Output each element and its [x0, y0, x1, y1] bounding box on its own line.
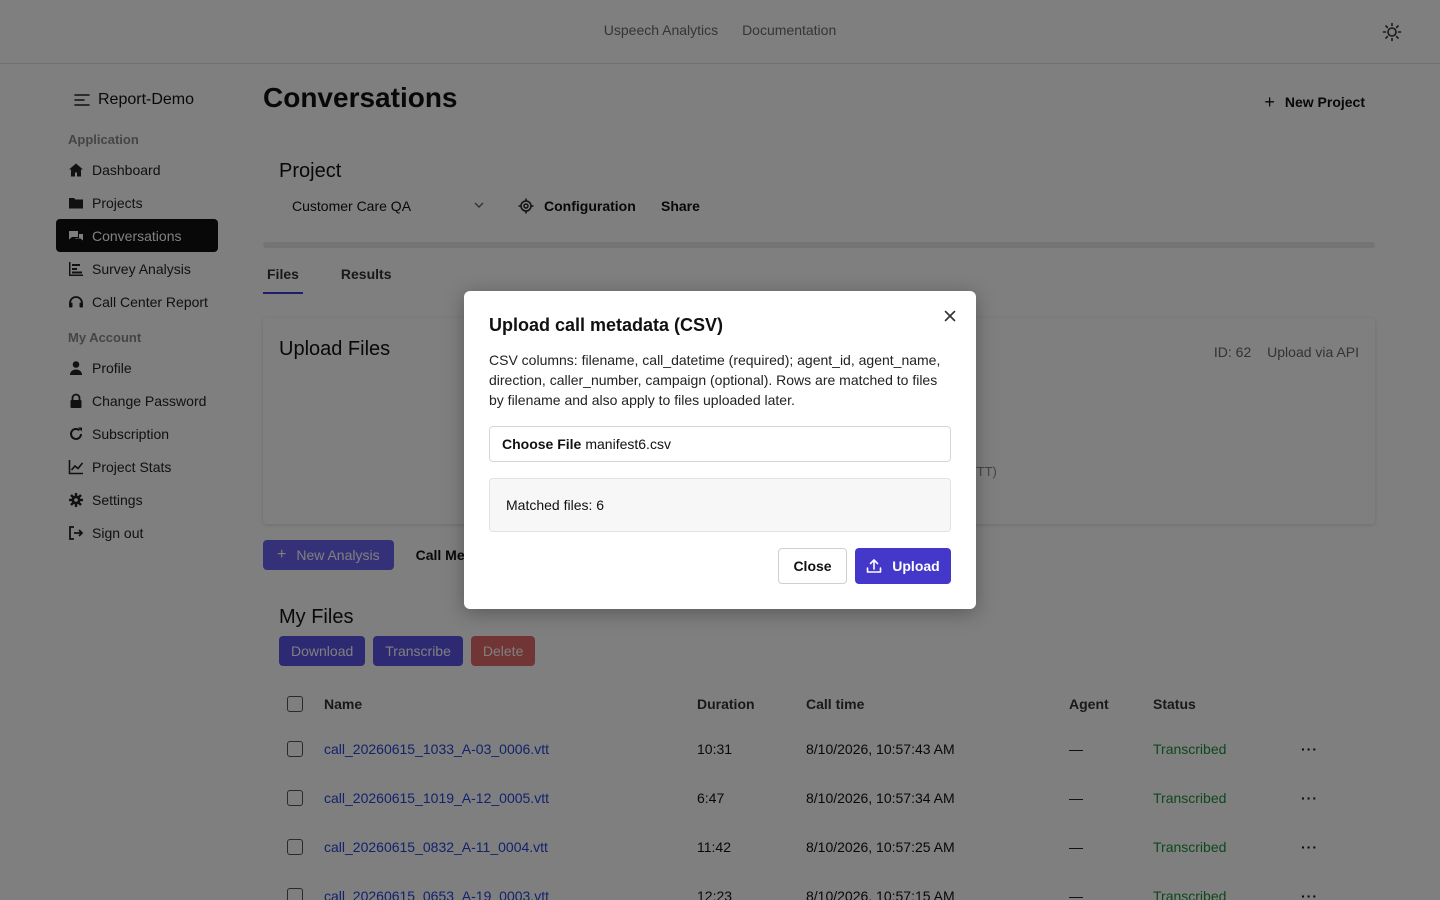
upload-label: Upload: [892, 558, 940, 574]
upload-icon: [866, 559, 882, 573]
upload-metadata-dialog: Upload call metadata (CSV) CSV columns: …: [464, 291, 976, 609]
csv-file-input[interactable]: Choose File manifest6.csv: [489, 426, 951, 462]
dialog-description: CSV columns: filename, call_datetime (re…: [489, 352, 941, 408]
upload-button[interactable]: Upload: [855, 548, 951, 584]
matched-files-info: Matched files: 6: [489, 478, 951, 532]
dialog-title: Upload call metadata (CSV): [489, 315, 724, 335]
choose-file-button[interactable]: Choose File: [502, 436, 581, 452]
selected-file-name: manifest6.csv: [585, 436, 671, 452]
close-button[interactable]: Close: [778, 548, 847, 584]
close-icon[interactable]: [942, 308, 958, 324]
